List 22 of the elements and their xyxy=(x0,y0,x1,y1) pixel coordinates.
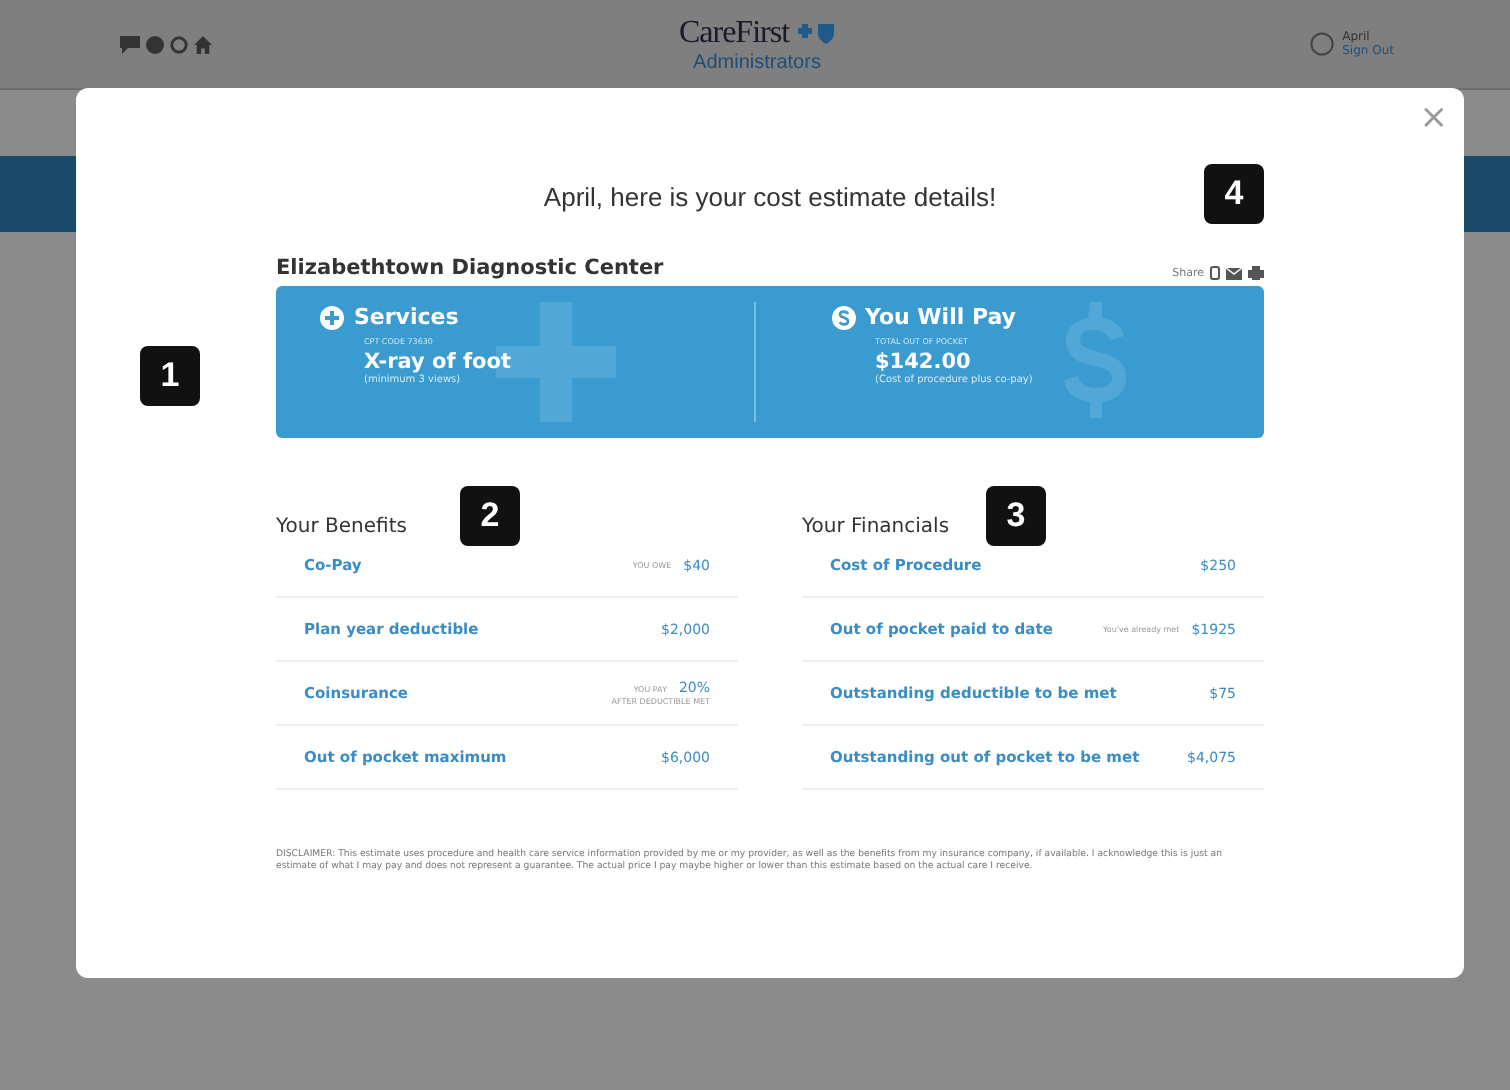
summary-heading: You Will Pay xyxy=(865,304,1016,330)
callout-marker: 3 xyxy=(986,486,1046,546)
callout-marker: 1 xyxy=(140,346,200,406)
chat-icon[interactable] xyxy=(120,35,140,53)
user-icon xyxy=(1310,32,1335,56)
summary-value: $142.00 xyxy=(875,350,973,374)
mail-icon[interactable] xyxy=(1226,267,1242,279)
logo-text: CareFirst xyxy=(678,15,790,51)
callout-marker: 2 xyxy=(460,486,520,546)
logo-subtitle: Administrators xyxy=(693,51,821,73)
section-title: Your Benefits xyxy=(276,516,407,538)
modal-title: April, here is your cost estimate details! xyxy=(543,182,997,212)
callout-marker: 4 xyxy=(1204,164,1264,224)
plus-circle-icon xyxy=(320,305,344,329)
home-icon[interactable] xyxy=(194,35,212,53)
section-title: Your Financials xyxy=(802,516,950,538)
dollar-circle-icon xyxy=(831,305,855,329)
close-button[interactable]: × xyxy=(1415,100,1452,136)
phone-icon[interactable] xyxy=(1210,266,1220,280)
provider-name: Elizabethtown Diagnostic Center xyxy=(276,256,664,280)
summary-value: X-ray of foot xyxy=(364,350,513,374)
summary-heading: Services xyxy=(354,304,459,330)
